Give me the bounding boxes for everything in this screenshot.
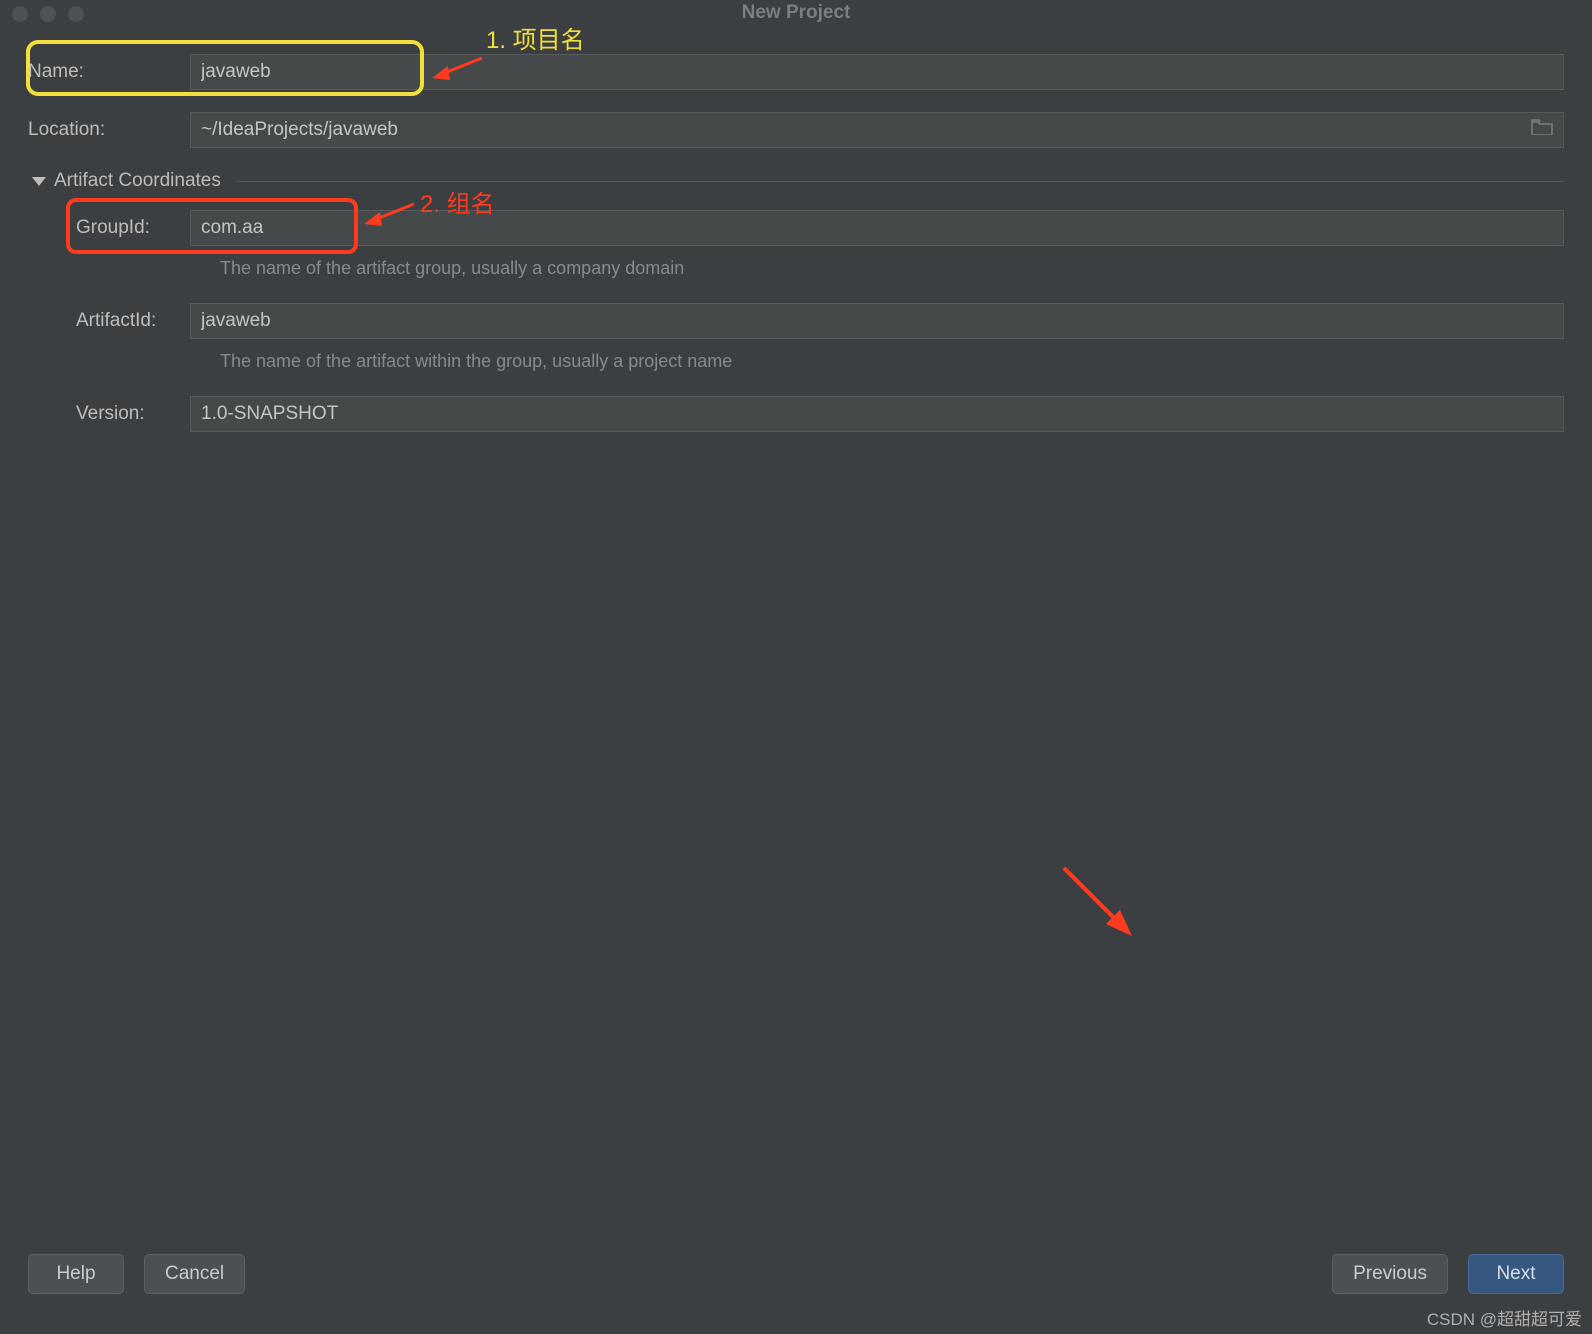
maximize-window-icon[interactable] (68, 6, 84, 22)
artifactid-field-wrapper (190, 303, 1564, 339)
groupid-input[interactable] (201, 217, 1553, 239)
name-input[interactable] (201, 61, 1553, 83)
row-version: Version: (28, 396, 1564, 432)
name-field-wrapper (190, 54, 1564, 90)
groupid-label: GroupId: (28, 217, 190, 239)
button-bar: Help Cancel Previous Next (0, 1254, 1592, 1294)
location-input[interactable] (201, 119, 1531, 141)
version-label: Version: (28, 403, 190, 425)
row-location: Location: (28, 112, 1564, 148)
minimize-window-icon[interactable] (40, 6, 56, 22)
name-label: Name: (28, 61, 190, 83)
watermark: CSDN @超甜超可爱 (1427, 1305, 1582, 1330)
arrow-icon (1054, 858, 1144, 948)
version-field-wrapper (190, 396, 1564, 432)
artifactid-label: ArtifactId: (28, 310, 190, 332)
close-window-icon[interactable] (12, 6, 28, 22)
section-divider (237, 181, 1564, 182)
artifact-coordinates-title: Artifact Coordinates (54, 170, 221, 192)
browse-folder-icon[interactable] (1531, 119, 1553, 141)
row-groupid: GroupId: (28, 210, 1564, 246)
artifactid-input[interactable] (201, 310, 1553, 332)
help-button[interactable]: Help (28, 1254, 124, 1294)
groupid-field-wrapper (190, 210, 1564, 246)
artifact-coordinates-header[interactable]: Artifact Coordinates (32, 170, 1564, 192)
traffic-lights (12, 6, 84, 22)
window-title: New Project (742, 2, 851, 24)
location-field-wrapper (190, 112, 1564, 148)
previous-button[interactable]: Previous (1332, 1254, 1448, 1294)
artifactid-hint: The name of the artifact within the grou… (220, 351, 1564, 372)
cancel-button[interactable]: Cancel (144, 1254, 245, 1294)
row-name: Name: (28, 54, 1564, 90)
next-button[interactable]: Next (1468, 1254, 1564, 1294)
groupid-hint: The name of the artifact group, usually … (220, 258, 1564, 279)
chevron-down-icon (32, 177, 46, 186)
form-area: Name: Location: Artifact Coordinates Gro… (0, 28, 1592, 432)
version-input[interactable] (201, 403, 1553, 425)
location-label: Location: (28, 119, 190, 141)
row-artifactid: ArtifactId: (28, 303, 1564, 339)
